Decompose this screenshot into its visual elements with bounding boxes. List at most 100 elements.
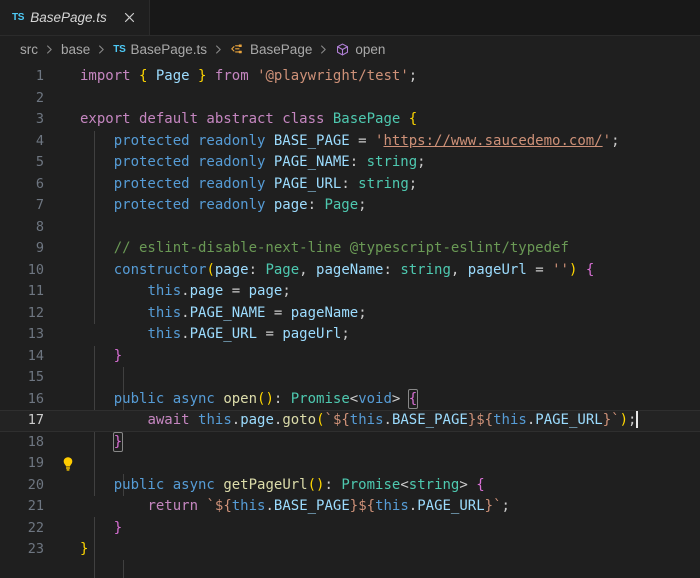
glyph-margin	[58, 410, 80, 432]
line-number[interactable]: 13	[0, 324, 58, 346]
url-link[interactable]: https://www.saucedemo.com/	[383, 133, 602, 149]
line-number[interactable]: 6	[0, 174, 58, 196]
line-number[interactable]: 8	[0, 217, 58, 239]
line-number[interactable]: 22	[0, 518, 58, 540]
code-line-14[interactable]: 14 }	[0, 346, 700, 368]
chevron-right-icon	[209, 44, 228, 55]
code-line-3[interactable]: 3 export default abstract class BasePage…	[0, 109, 700, 131]
line-content: }	[80, 518, 700, 540]
glyph-margin	[58, 238, 80, 260]
line-content	[80, 88, 700, 110]
line-number[interactable]: 11	[0, 281, 58, 303]
close-icon[interactable]	[121, 9, 139, 27]
typescript-file-icon: TS	[12, 13, 24, 23]
breadcrumb-item-basepage-ts[interactable]: TS BasePage.ts	[111, 42, 209, 57]
glyph-margin	[58, 281, 80, 303]
glyph-margin	[58, 475, 80, 497]
line-number[interactable]: 3	[0, 109, 58, 131]
code-line-15[interactable]: 15	[0, 367, 700, 389]
breadcrumb-item-src[interactable]: src	[18, 42, 40, 57]
bracket-match-open: {	[409, 390, 417, 408]
line-content: public async getPageUrl(): Promise<strin…	[80, 475, 700, 497]
glyph-margin	[58, 539, 80, 561]
code-line-7[interactable]: 7 protected readonly page: Page;	[0, 195, 700, 217]
line-content: protected readonly BASE_PAGE = 'https://…	[80, 131, 700, 153]
glyph-margin	[58, 367, 80, 389]
line-content: import { Page } from '@playwright/test';	[80, 66, 700, 88]
code-line-13[interactable]: 13 this.PAGE_URL = pageUrl;	[0, 324, 700, 346]
bracket-match-close: }	[114, 433, 122, 451]
line-number[interactable]: 7	[0, 195, 58, 217]
glyph-margin	[58, 518, 80, 540]
code-line-22[interactable]: 22 }	[0, 518, 700, 540]
line-number[interactable]: 15	[0, 367, 58, 389]
typescript-file-icon: TS	[113, 45, 125, 55]
glyph-margin	[58, 432, 80, 454]
code-line-18[interactable]: 18 }	[0, 432, 700, 454]
breadcrumb-label: BasePage	[250, 42, 312, 57]
code-line-17[interactable]: 17 await this.page.goto(`${this.BASE_PAG…	[0, 410, 700, 432]
line-number[interactable]: 1	[0, 66, 58, 88]
line-content: return `${this.BASE_PAGE}${this.PAGE_URL…	[80, 496, 700, 518]
line-number[interactable]: 18	[0, 432, 58, 454]
line-content: protected readonly page: Page;	[80, 195, 700, 217]
chevron-right-icon	[314, 44, 333, 55]
code-line-19[interactable]: 19	[0, 453, 700, 475]
glyph-margin	[58, 217, 80, 239]
glyph-margin	[58, 131, 80, 153]
text-cursor	[636, 411, 638, 428]
line-number[interactable]: 19	[0, 453, 58, 475]
breadcrumb-label: BasePage.ts	[130, 42, 207, 57]
line-content: export default abstract class BasePage {	[80, 109, 700, 131]
code-line-4[interactable]: 4 protected readonly BASE_PAGE = 'https:…	[0, 131, 700, 153]
line-number[interactable]: 9	[0, 238, 58, 260]
breadcrumb-item-method-open[interactable]: open	[333, 42, 387, 57]
line-number[interactable]: 20	[0, 475, 58, 497]
line-content: await this.page.goto(`${this.BASE_PAGE}$…	[80, 410, 700, 432]
line-content: // eslint-disable-next-line @typescript-…	[80, 238, 700, 260]
line-number[interactable]: 23	[0, 539, 58, 561]
line-number[interactable]: 21	[0, 496, 58, 518]
code-line-8[interactable]: 8	[0, 217, 700, 239]
code-line-12[interactable]: 12 this.PAGE_NAME = pageName;	[0, 303, 700, 325]
code-line-20[interactable]: 20 public async getPageUrl(): Promise<st…	[0, 475, 700, 497]
glyph-margin	[58, 109, 80, 131]
line-number[interactable]: 2	[0, 88, 58, 110]
line-number[interactable]: 12	[0, 303, 58, 325]
code-line-11[interactable]: 11 this.page = page;	[0, 281, 700, 303]
glyph-margin	[58, 88, 80, 110]
glyph-margin	[58, 174, 80, 196]
glyph-margin	[58, 346, 80, 368]
breadcrumb-label: base	[61, 42, 90, 57]
line-number[interactable]: 5	[0, 152, 58, 174]
glyph-margin	[58, 66, 80, 88]
lightbulb-icon[interactable]	[60, 413, 76, 429]
line-content: this.page = page;	[80, 281, 700, 303]
line-content	[80, 367, 700, 389]
glyph-margin	[58, 195, 80, 217]
code-line-23[interactable]: 23 }	[0, 539, 700, 561]
line-content	[80, 217, 700, 239]
breadcrumb-item-base[interactable]: base	[59, 42, 92, 57]
line-number[interactable]: 10	[0, 260, 58, 282]
code-lines: 1 import { Page } from '@playwright/test…	[0, 63, 700, 561]
line-number[interactable]: 16	[0, 389, 58, 411]
line-number[interactable]: 14	[0, 346, 58, 368]
breadcrumb: src base TS BasePage.ts	[0, 36, 700, 63]
breadcrumb-label: open	[355, 42, 385, 57]
code-line-2[interactable]: 2	[0, 88, 700, 110]
line-number[interactable]: 17	[0, 410, 58, 432]
code-line-10[interactable]: 10 constructor(page: Page, pageName: str…	[0, 260, 700, 282]
tab-basepage-ts[interactable]: TS BasePage.ts	[0, 0, 150, 35]
code-line-16[interactable]: 16 public async open(): Promise<void> {	[0, 389, 700, 411]
class-symbol-icon	[230, 42, 245, 57]
glyph-margin	[58, 453, 80, 475]
code-line-21[interactable]: 21 return `${this.BASE_PAGE}${this.PAGE_…	[0, 496, 700, 518]
code-line-6[interactable]: 6 protected readonly PAGE_URL: string;	[0, 174, 700, 196]
breadcrumb-item-class-basepage[interactable]: BasePage	[228, 42, 314, 57]
line-number[interactable]: 4	[0, 131, 58, 153]
code-line-1[interactable]: 1 import { Page } from '@playwright/test…	[0, 66, 700, 88]
code-line-9[interactable]: 9 // eslint-disable-next-line @typescrip…	[0, 238, 700, 260]
code-editor[interactable]: 1 import { Page } from '@playwright/test…	[0, 63, 700, 578]
code-line-5[interactable]: 5 protected readonly PAGE_NAME: string;	[0, 152, 700, 174]
